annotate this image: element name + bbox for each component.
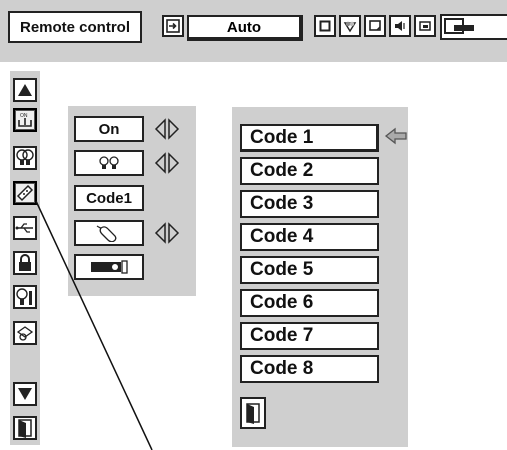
callout-pointer-line xyxy=(35,200,153,450)
